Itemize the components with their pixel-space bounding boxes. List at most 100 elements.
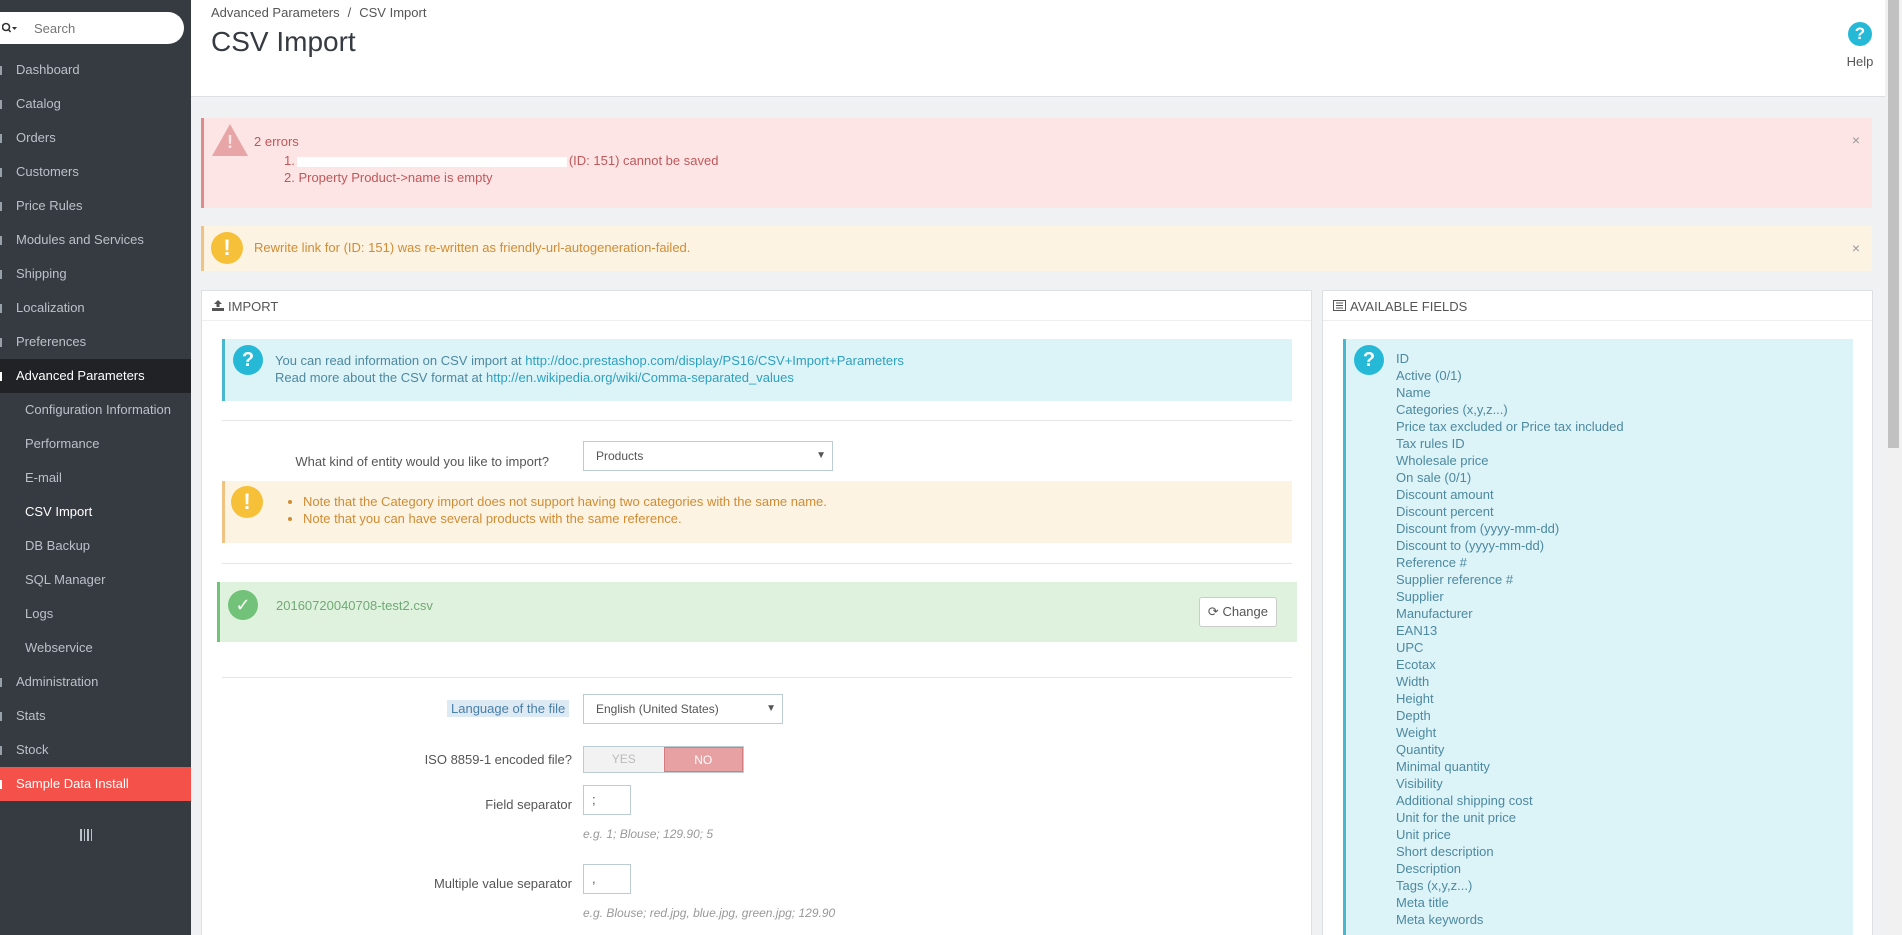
error-item-1: 1. (ID: 151) cannot be saved xyxy=(284,153,719,168)
breadcrumb-item-advanced-parameters[interactable]: Advanced Parameters xyxy=(211,5,340,20)
nav-sub-email[interactable]: E-mail xyxy=(0,461,191,495)
iso-toggle[interactable]: YES NO xyxy=(583,746,744,773)
available-field-item: Minimal quantity xyxy=(1396,759,1490,774)
available-field-item: Ecotax xyxy=(1396,657,1436,672)
nav-item-administration[interactable]: Administration xyxy=(0,665,191,699)
nav-item-shipping[interactable]: Shipping xyxy=(0,257,191,291)
close-icon[interactable]: × xyxy=(1852,132,1860,148)
nav-sub-csv-import[interactable]: CSV Import xyxy=(0,495,191,529)
available-field-item: Weight xyxy=(1396,725,1437,740)
divider xyxy=(222,420,1292,421)
multi-separator-input[interactable]: , xyxy=(583,864,631,894)
available-field-item: UPC xyxy=(1396,640,1424,655)
close-icon[interactable]: × xyxy=(1852,240,1860,256)
warning-text: Rewrite link for (ID: 151) was re-writte… xyxy=(254,240,691,255)
entity-label: What kind of entity would you like to im… xyxy=(295,454,549,469)
nav-item-catalog[interactable]: Catalog xyxy=(0,87,191,121)
error-list: 1. (ID: 151) cannot be saved 2. Property … xyxy=(284,152,718,186)
search-box[interactable] xyxy=(0,12,184,44)
nav-item-price-rules[interactable]: Price Rules xyxy=(0,189,191,223)
available-field-item: Price tax excluded or Price tax included xyxy=(1396,419,1624,434)
collapse-menu-icon[interactable] xyxy=(80,829,92,841)
warning-alert: ! Rewrite link for (ID: 151) was re-writ… xyxy=(201,226,1872,271)
redacted-text xyxy=(296,156,567,167)
notes-list: Note that the Category import does not s… xyxy=(303,493,827,527)
available-fields-box: ? ID Active (0/1) Name Categories (x,y,z...… xyxy=(1343,339,1853,935)
import-panel-heading: IMPORT xyxy=(202,291,1311,321)
language-label: Language of the file xyxy=(447,700,570,717)
nav-item-stock[interactable]: Stock xyxy=(0,733,191,767)
page-scrollbar[interactable] xyxy=(1885,0,1902,935)
available-field-item: Tags (x,y,z...) xyxy=(1396,878,1473,893)
nav-item-orders[interactable]: Orders xyxy=(0,121,191,155)
caret-down-icon: ▼ xyxy=(816,450,826,461)
field-separator-input[interactable]: ; xyxy=(583,785,631,815)
question-icon: ? xyxy=(1354,345,1384,375)
nav-sub-sql-manager[interactable]: SQL Manager xyxy=(0,563,191,597)
nav-item-stats[interactable]: Stats xyxy=(0,699,191,733)
multi-separator-label: Multiple value separator xyxy=(433,876,572,891)
available-field-item: Unit price xyxy=(1396,827,1451,842)
breadcrumb-separator: / xyxy=(347,5,352,20)
nav-sub-db-backup[interactable]: DB Backup xyxy=(0,529,191,563)
sidebar: Dashboard Catalog Orders Customers Price… xyxy=(0,0,191,935)
available-fields-heading: AVAILABLE FIELDS xyxy=(1323,291,1872,321)
iso-no-option[interactable]: NO xyxy=(663,747,743,772)
help-button[interactable]: ? Help xyxy=(1835,22,1885,69)
nav-sub-performance[interactable]: Performance xyxy=(0,427,191,461)
import-notes-box: ! Note that the Category import does not… xyxy=(222,481,1292,543)
search-icon[interactable] xyxy=(0,22,34,34)
help-label: Help xyxy=(1846,54,1874,69)
uploaded-file-box: ✓ 20160720040708-test2.csv ⟳ Change xyxy=(217,582,1297,642)
available-field-item: Active (0/1) xyxy=(1396,368,1462,383)
iso-label: ISO 8859-1 encoded file? xyxy=(424,752,572,767)
exclamation-icon: ! xyxy=(211,232,243,264)
available-field-item: Meta keywords xyxy=(1396,912,1484,927)
field-separator-label: Field separator xyxy=(485,797,572,812)
iso-yes-option[interactable]: YES xyxy=(584,747,664,772)
available-field-item: Discount from (yyyy-mm-dd) xyxy=(1396,521,1560,536)
main-nav: Dashboard Catalog Orders Customers Price… xyxy=(0,53,191,801)
available-field-item: Meta title xyxy=(1396,895,1449,910)
error-count: 2 errors xyxy=(254,134,299,149)
exclamation-icon: ! xyxy=(231,486,263,518)
available-field-item: Supplier reference # xyxy=(1396,572,1514,587)
error-alert: ! 2 errors 1. (ID: 151) cannot be saved 2… xyxy=(201,118,1872,208)
nav-item-customers[interactable]: Customers xyxy=(0,155,191,189)
field-separator-hint: e.g. 1; Blouse; 129.90; 5 xyxy=(583,827,714,841)
search-input[interactable] xyxy=(34,20,164,36)
nav-sub-logs[interactable]: Logs xyxy=(0,597,191,631)
nav-item-preferences[interactable]: Preferences xyxy=(0,325,191,359)
nav-item-localization[interactable]: Localization xyxy=(0,291,191,325)
available-field-item: Height xyxy=(1396,691,1434,706)
available-field-item: Discount amount xyxy=(1396,487,1494,502)
available-field-item: Categories (x,y,z...) xyxy=(1396,402,1508,417)
nav-item-advanced-parameters[interactable]: Advanced Parameters xyxy=(0,359,191,393)
nav-item-modules[interactable]: Modules and Services xyxy=(0,223,191,257)
available-field-item: Tax rules ID xyxy=(1396,436,1465,451)
error-item-2: 2. Property Product->name is empty xyxy=(284,170,493,185)
nav-item-dashboard[interactable]: Dashboard xyxy=(0,53,191,87)
nav-sub-webservice[interactable]: Webservice xyxy=(0,631,191,665)
warning-triangle-icon: ! xyxy=(212,124,248,156)
available-field-item: Supplier xyxy=(1396,589,1444,604)
divider xyxy=(222,563,1292,564)
question-icon: ? xyxy=(233,345,263,375)
available-field-item: Wholesale price xyxy=(1396,453,1489,468)
nav-item-sample-data-install[interactable]: Sample Data Install xyxy=(0,767,191,801)
question-icon: ? xyxy=(1848,22,1872,46)
nav-sub-configuration-information[interactable]: Configuration Information xyxy=(0,393,191,427)
available-field-item: Discount to (yyyy-mm-dd) xyxy=(1396,538,1545,553)
note-item: Note that you can have several products … xyxy=(303,510,827,527)
available-field-item: Reference # xyxy=(1396,555,1467,570)
csv-wiki-link[interactable]: http://en.wikipedia.org/wiki/Comma-separ… xyxy=(486,370,794,385)
scrollbar-thumb[interactable] xyxy=(1888,0,1899,448)
available-field-item: Additional shipping cost xyxy=(1396,793,1533,808)
csv-doc-link[interactable]: http://doc.prestashop.com/display/PS16/C… xyxy=(525,353,904,368)
change-file-button[interactable]: ⟳ Change xyxy=(1198,597,1277,627)
note-item: Note that the Category import does not s… xyxy=(303,493,827,510)
available-field-item: EAN13 xyxy=(1396,623,1438,638)
entity-select[interactable]: Products ▼ xyxy=(583,441,833,471)
language-select[interactable]: English (United States) ▼ xyxy=(583,694,783,724)
csv-info-text: You can read information on CSV import a… xyxy=(275,353,904,385)
